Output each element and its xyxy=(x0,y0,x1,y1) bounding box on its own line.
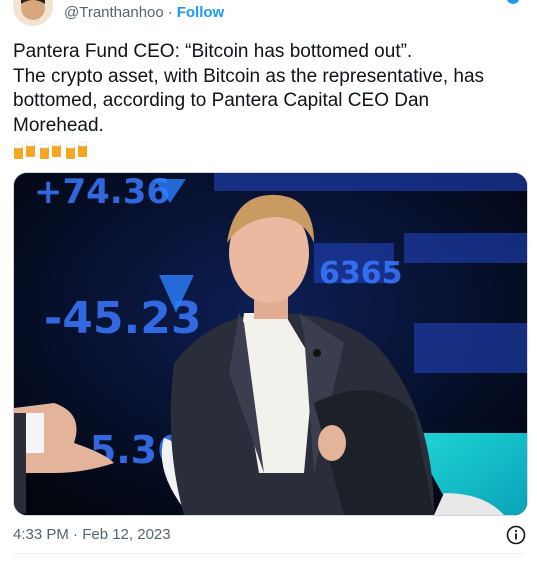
tweet-text: Pantera Fund CEO: “Bitcoin has bottomed … xyxy=(13,40,523,163)
ticker-value-3: 6365 xyxy=(319,256,403,291)
divider xyxy=(13,553,525,554)
beer-mugs-emoji xyxy=(65,141,89,161)
tweet-author-row: @Tranthanhoo · Follow xyxy=(64,4,224,21)
avatar[interactable] xyxy=(13,0,53,26)
verified-badge-icon xyxy=(507,0,519,4)
info-icon[interactable] xyxy=(506,525,526,545)
tweet-text-line-1: Pantera Fund CEO: “Bitcoin has bottomed … xyxy=(13,41,413,62)
author-handle[interactable]: @Tranthanhoo xyxy=(64,4,164,21)
separator-dot: · xyxy=(167,4,173,21)
follow-button[interactable]: Follow xyxy=(177,4,225,21)
ticker-value-1: +74.36 xyxy=(34,173,170,212)
tweet-photo[interactable]: +74.36 -45.23 6365 -5.36 xyxy=(13,172,528,516)
beer-mugs-emoji xyxy=(39,141,63,161)
tweet-text-line-2: The crypto asset, with Bitcoin as the re… xyxy=(13,65,485,136)
tweet-timestamp[interactable]: 4:33 PM · Feb 12, 2023 xyxy=(13,526,171,543)
emoji-row xyxy=(13,139,523,163)
beer-mugs-emoji xyxy=(13,141,37,161)
